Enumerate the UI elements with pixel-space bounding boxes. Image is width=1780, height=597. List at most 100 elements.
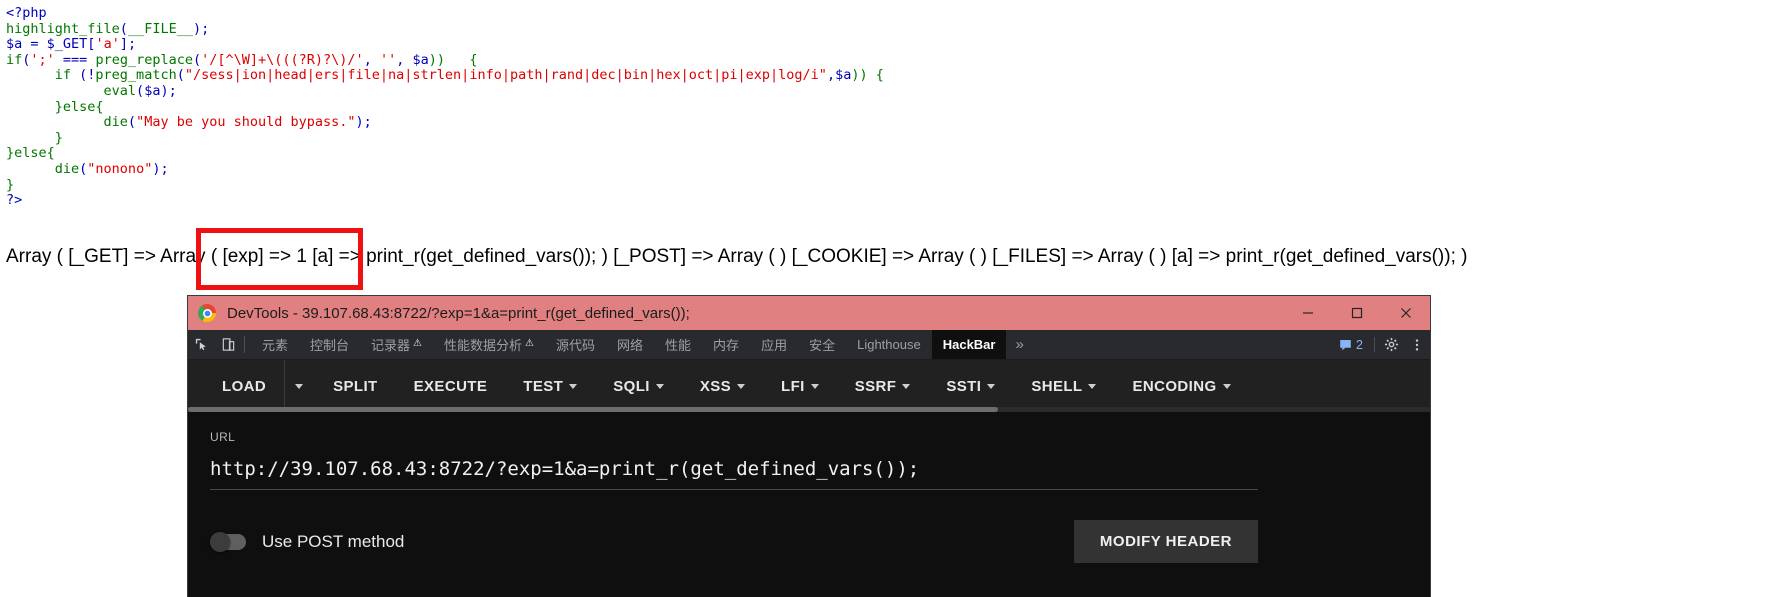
console-message-count[interactable]: 2 — [1331, 330, 1371, 359]
device-toolbar-icon[interactable] — [215, 330, 242, 359]
close-icon[interactable] — [1381, 296, 1430, 330]
php-token: (! — [79, 67, 96, 84]
chrome-icon — [198, 304, 216, 322]
php-token: '/[^\W]+\(((?R)?\)/' — [201, 51, 364, 68]
hackbar-load-button[interactable]: LOAD — [204, 360, 284, 412]
use-post-method-toggle[interactable] — [210, 531, 246, 552]
button-label: SSRF — [854, 377, 897, 395]
hackbar-lfi-button[interactable]: LFI — [763, 360, 837, 412]
hackbar-split-button[interactable]: SPLIT — [315, 360, 396, 412]
tab-performance-insights[interactable]: 性能数据分析 ⚠ — [433, 330, 545, 359]
button-label: EXECUTE — [413, 377, 488, 395]
experiment-warning-icon: ⚠ — [525, 338, 534, 349]
hackbar-ssrf-button[interactable]: SSRF — [837, 360, 929, 412]
hackbar-sqli-button[interactable]: SQLI — [595, 360, 682, 412]
php-source-line: <?php — [6, 5, 884, 22]
tab-label: Lighthouse — [857, 337, 921, 352]
tab-hackbar[interactable]: HackBar — [931, 330, 1007, 359]
tab-label: 记录器 — [371, 339, 411, 354]
button-label: TEST — [523, 377, 564, 395]
php-source-line: eval($a); — [6, 82, 884, 100]
hackbar-shell-button[interactable]: SHELL — [1013, 360, 1114, 412]
php-token: { — [95, 98, 104, 115]
php-source-line: if(';' === preg_replace('/[^\W]+\(((?R)?… — [6, 51, 884, 69]
tab-network[interactable]: 网络 — [606, 330, 654, 359]
use-post-method-label: Use POST method — [262, 531, 405, 551]
tab-performance[interactable]: 性能 — [654, 330, 702, 359]
php-source-line: highlight_file(__FILE__); — [6, 20, 884, 38]
tab-lighthouse[interactable]: Lighthouse — [846, 330, 932, 359]
php-token: ]; — [119, 36, 137, 53]
php-token: else — [62, 98, 96, 115]
php-token: , — [396, 51, 413, 68]
minimize-icon[interactable] — [1283, 296, 1332, 330]
chevron-down-icon — [1088, 383, 1097, 389]
tab-label: 元素 — [262, 339, 289, 354]
chevron-down-icon — [569, 383, 578, 389]
chevron-down-icon — [295, 383, 304, 389]
hackbar-test-button[interactable]: TEST — [505, 360, 595, 412]
window-controls — [1283, 296, 1430, 330]
php-token: <?php — [6, 5, 47, 21]
php-source-line: }else{ — [6, 146, 884, 162]
php-token: ( — [192, 51, 202, 68]
tab-security[interactable]: 安全 — [798, 330, 846, 359]
php-token: if — [6, 67, 80, 84]
php-token: $a — [412, 51, 429, 68]
php-token: } — [6, 129, 63, 146]
php-token: )) { — [851, 67, 884, 84]
php-token: ( — [127, 114, 137, 131]
chevron-down-icon — [987, 383, 996, 389]
tab-console[interactable]: 控制台 — [299, 330, 360, 359]
php-token: if — [6, 51, 23, 68]
hackbar-execute-button[interactable]: EXECUTE — [396, 360, 506, 412]
php-token: { — [46, 145, 55, 162]
window-title: DevTools - 39.107.68.43:8722/?exp=1&a=pr… — [227, 304, 690, 322]
php-token: } — [6, 145, 15, 162]
php-source-line: die("nonono"); — [6, 161, 884, 178]
tab-recorder[interactable]: 记录器 ⚠ — [360, 330, 433, 359]
php-token: $_GET — [46, 36, 88, 53]
tab-sources[interactable]: 源代码 — [545, 330, 606, 359]
url-input[interactable]: http://39.107.68.43:8722/?exp=1&a=print_… — [210, 458, 1258, 490]
more-tabs-icon[interactable]: » — [1006, 330, 1032, 359]
php-token: ( — [176, 67, 185, 84]
php-token: eval — [6, 82, 137, 99]
tab-application[interactable]: 应用 — [750, 330, 798, 359]
button-label: SSTI — [946, 377, 982, 395]
php-source-listing: <?php highlight_file(__FILE__); $a = $_GET… — [6, 5, 884, 209]
maximize-icon[interactable] — [1332, 296, 1381, 330]
php-token: __FILE__ — [127, 20, 193, 37]
print-r-array-output: Array ( [_GET] => Array ( [exp] => 1 [a]… — [6, 246, 1468, 267]
php-token: ';' — [30, 51, 55, 68]
settings-gear-icon[interactable] — [1378, 330, 1404, 359]
more-options-icon[interactable] — [1404, 330, 1430, 359]
hackbar-encoding-button[interactable]: ENCODING — [1114, 360, 1248, 412]
tab-label: HackBar — [942, 337, 996, 352]
php-token: die — [6, 114, 128, 131]
right-divider — [1374, 337, 1375, 352]
php-token: === — [54, 51, 96, 68]
php-source-line: } — [6, 176, 884, 194]
php-token: ( — [136, 82, 145, 99]
tab-label: 控制台 — [310, 339, 350, 354]
chevron-down-icon — [1222, 383, 1231, 389]
message-count-value: 2 — [1356, 337, 1363, 352]
php-token: 'a' — [95, 36, 120, 53]
inspect-element-icon[interactable] — [188, 330, 215, 359]
php-token: } — [6, 176, 15, 193]
php-token: = — [22, 36, 47, 53]
php-source-line: $a = $_GET['a']; — [6, 36, 884, 53]
php-token: '' — [379, 51, 397, 68]
button-label: SPLIT — [333, 377, 378, 395]
php-token: ( — [119, 20, 128, 37]
php-token: , — [826, 67, 836, 84]
php-token: $a — [835, 67, 852, 84]
tab-elements[interactable]: 元素 — [251, 330, 299, 359]
hackbar-ssti-button[interactable]: SSTI — [928, 360, 1013, 412]
hackbar-load-dropdown-icon[interactable] — [284, 360, 315, 412]
tab-memory[interactable]: 内存 — [702, 330, 750, 359]
hackbar-xss-button[interactable]: XSS — [682, 360, 763, 412]
modify-header-button[interactable]: MODIFY HEADER — [1073, 520, 1258, 563]
devtools-titlebar[interactable]: DevTools - 39.107.68.43:8722/?exp=1&a=pr… — [188, 296, 1430, 330]
